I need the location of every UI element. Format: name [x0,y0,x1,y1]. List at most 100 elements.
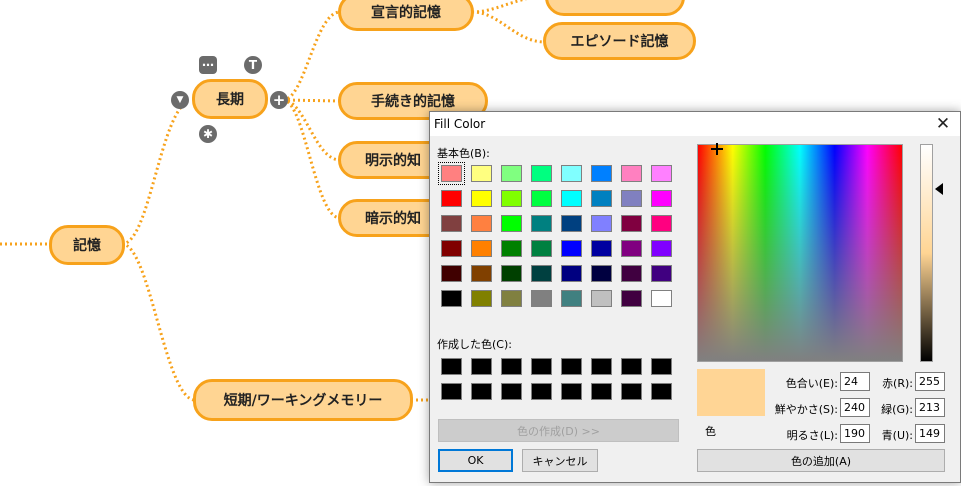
blue-field[interactable]: 149 [915,424,945,443]
luminosity-field[interactable]: 190 [840,424,870,443]
basic-color-swatch[interactable] [531,290,552,307]
basic-color-swatch[interactable] [591,265,612,282]
custom-color-swatch[interactable] [621,383,642,400]
basic-color-swatch[interactable] [471,265,492,282]
custom-color-swatch[interactable] [651,358,672,375]
basic-color-swatch[interactable] [531,190,552,207]
custom-color-swatch[interactable] [531,358,552,375]
basic-color-swatch[interactable] [621,240,642,257]
basic-color-swatch[interactable] [591,290,612,307]
custom-color-swatch[interactable] [561,358,582,375]
custom-color-swatch[interactable] [561,383,582,400]
asterisk-icon[interactable]: ✱ [199,125,217,143]
color-preview [697,369,765,416]
ok-button[interactable]: OK [438,449,513,472]
basic-color-swatch[interactable] [501,190,522,207]
fill-color-dialog: Fill Color ✕ 基本色(B): 作成した色(C): 色の作成(D) >… [429,111,961,483]
basic-color-swatch[interactable] [561,215,582,232]
node-short-term[interactable]: 短期/ワーキングメモリー [193,379,413,421]
custom-color-swatch[interactable] [531,383,552,400]
node-memory-root[interactable]: 記憶 [49,225,125,265]
basic-color-swatch[interactable] [471,240,492,257]
collapse-icon[interactable]: ▼ [171,91,189,109]
add-to-custom-colors-button[interactable]: 色の追加(A) [697,449,945,472]
basic-color-swatch[interactable] [471,190,492,207]
basic-colors-label: 基本色(B): [437,147,490,160]
basic-color-swatch[interactable] [471,165,492,182]
connector-root-long [121,98,191,246]
basic-color-swatch[interactable] [591,240,612,257]
custom-color-swatch[interactable] [501,358,522,375]
connector-long-declarative [282,10,341,102]
custom-color-swatch[interactable] [621,358,642,375]
node-declarative-memory[interactable]: 宣言的記憶 [338,0,474,31]
saturation-field[interactable]: 240 [840,398,870,417]
basic-color-swatch[interactable] [501,215,522,232]
basic-color-swatch[interactable] [651,165,672,182]
custom-color-swatch[interactable] [441,383,462,400]
custom-color-swatch[interactable] [591,358,612,375]
basic-color-swatch[interactable] [561,240,582,257]
node-long-term[interactable]: 長期 [192,79,268,119]
close-icon[interactable]: ✕ [932,113,954,135]
basic-color-swatch[interactable] [561,165,582,182]
red-field[interactable]: 255 [915,372,945,391]
basic-color-swatch[interactable] [471,215,492,232]
basic-color-swatch[interactable] [561,265,582,282]
basic-color-swatch[interactable] [438,162,465,185]
more-options-icon[interactable]: ⋯ [199,56,217,74]
add-child-icon[interactable]: + [270,91,288,109]
basic-color-swatch[interactable] [441,215,462,232]
custom-color-swatch[interactable] [471,358,492,375]
custom-colors-label: 作成した色(C): [437,338,512,351]
basic-color-swatch[interactable] [651,190,672,207]
cancel-button[interactable]: キャンセル [522,449,598,472]
luminosity-arrow-icon[interactable] [935,183,943,195]
basic-color-swatch[interactable] [621,165,642,182]
basic-color-swatch[interactable] [621,215,642,232]
basic-color-swatch[interactable] [531,165,552,182]
basic-color-swatch[interactable] [591,190,612,207]
basic-color-swatch[interactable] [471,290,492,307]
basic-color-swatch[interactable] [621,190,642,207]
basic-color-swatch[interactable] [501,240,522,257]
basic-color-swatch[interactable] [441,240,462,257]
basic-color-swatch[interactable] [531,215,552,232]
basic-color-swatch[interactable] [501,265,522,282]
node-partial-top[interactable] [545,0,685,16]
basic-color-swatch[interactable] [531,240,552,257]
basic-color-swatch[interactable] [651,290,672,307]
basic-color-swatch[interactable] [621,265,642,282]
basic-color-swatch[interactable] [651,240,672,257]
blue-label: 青(U): [881,429,913,442]
connector-long-implicit [282,98,341,220]
text-format-icon[interactable]: T [244,56,262,74]
basic-color-swatch[interactable] [561,290,582,307]
basic-color-swatch[interactable] [651,215,672,232]
green-field[interactable]: 213 [915,398,945,417]
custom-color-swatch[interactable] [651,383,672,400]
basic-color-swatch[interactable] [651,265,672,282]
connector-declarative-semantic [471,0,528,14]
basic-color-swatch[interactable] [441,265,462,282]
custom-color-swatch[interactable] [501,383,522,400]
hue-field[interactable]: 24 [840,372,870,391]
connector-long-procedural [282,98,341,103]
basic-color-swatch[interactable] [561,190,582,207]
basic-color-swatch[interactable] [591,165,612,182]
dialog-titlebar[interactable]: Fill Color ✕ [430,112,960,136]
custom-color-swatch[interactable] [471,383,492,400]
basic-color-swatch[interactable] [591,215,612,232]
custom-color-swatch[interactable] [441,358,462,375]
custom-color-swatch[interactable] [591,383,612,400]
luminosity-bar[interactable] [920,144,933,362]
basic-color-swatch[interactable] [501,290,522,307]
basic-color-swatch[interactable] [621,290,642,307]
color-spectrum[interactable] [697,143,903,362]
define-custom-colors-button[interactable]: 色の作成(D) >> [438,419,679,442]
basic-color-swatch[interactable] [531,265,552,282]
basic-color-swatch[interactable] [441,290,462,307]
node-episodic-memory[interactable]: エピソード記憶 [543,22,696,60]
basic-color-swatch[interactable] [501,165,522,182]
basic-color-swatch[interactable] [441,190,462,207]
